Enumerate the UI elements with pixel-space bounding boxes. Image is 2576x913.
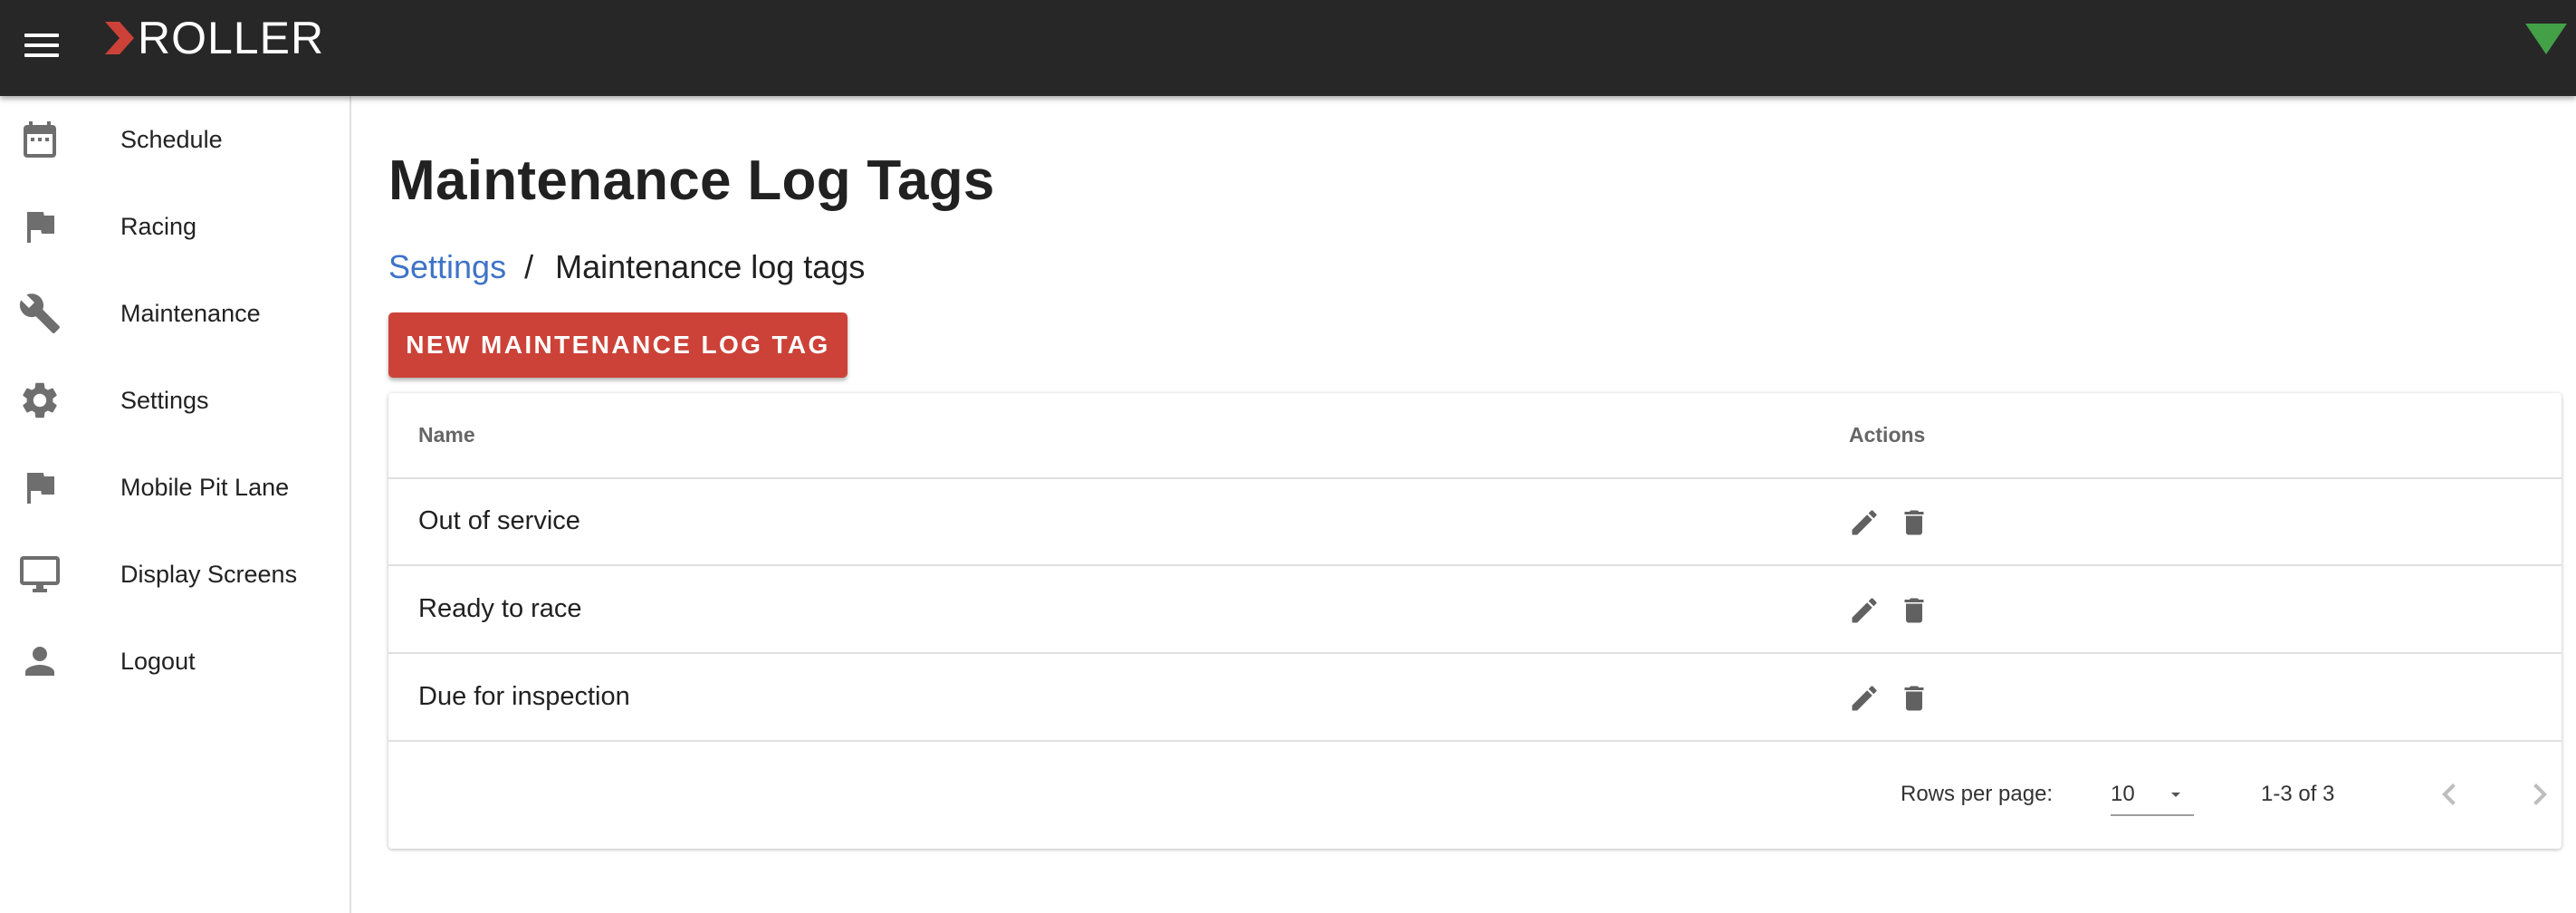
sidebar-item-racing[interactable]: Racing: [0, 183, 350, 270]
tag-name-cell: Out of service: [418, 506, 580, 535]
pencil-icon[interactable]: [1848, 682, 1881, 715]
next-page-icon[interactable]: [2518, 773, 2562, 816]
sidebar-item-label: Settings: [120, 386, 209, 414]
sidebar-item-schedule[interactable]: Schedule: [0, 96, 350, 183]
sidebar-item-settings[interactable]: Settings: [0, 357, 350, 444]
caret-down-icon: [2165, 783, 2187, 805]
pagination-range: 1-3 of 3: [2261, 782, 2335, 806]
page-title: Maintenance Log Tags: [388, 149, 995, 212]
sidebar-item-logout[interactable]: Logout: [0, 618, 350, 705]
sidebar-item-label: Logout: [120, 647, 196, 675]
tag-name-cell: Ready to race: [418, 594, 582, 623]
breadcrumb-settings-link[interactable]: Settings: [388, 248, 506, 286]
table-header: Name Actions: [388, 393, 2562, 479]
person-icon: [18, 639, 62, 683]
tag-name-cell: Due for inspection: [418, 682, 630, 711]
main-content: Maintenance Log Tags Settings / Maintena…: [351, 96, 2576, 913]
chevron-logo-icon: [105, 22, 134, 54]
previous-page-icon[interactable]: [2428, 773, 2471, 816]
wifi-signal-icon: [2523, 20, 2569, 56]
table-row: Due for inspection: [388, 655, 2562, 742]
sidebar-item-display-screens[interactable]: Display Screens: [0, 531, 350, 618]
sidebar-item-mobile-pit-lane[interactable]: Mobile Pit Lane: [0, 444, 350, 531]
pencil-icon[interactable]: [1848, 594, 1881, 627]
wrench-icon: [18, 292, 62, 335]
column-header-actions: Actions: [1849, 423, 1926, 447]
pencil-icon[interactable]: [1848, 506, 1881, 539]
brand-name: ROLLER: [138, 13, 325, 63]
flag-icon: [18, 205, 62, 248]
hamburger-menu-icon[interactable]: [16, 20, 67, 71]
breadcrumb-current: Maintenance log tags: [555, 248, 866, 285]
sidebar-item-label: Maintenance: [120, 299, 261, 327]
table-pagination: Rows per page: 10 1-3 of 3: [388, 742, 2562, 849]
sidebar-item-label: Schedule: [120, 125, 223, 153]
app-bar: ROLLER: [0, 0, 2576, 96]
breadcrumb: Settings / Maintenance log tags: [388, 248, 865, 286]
trash-icon[interactable]: [1898, 594, 1930, 627]
monitor-icon: [18, 553, 62, 596]
trash-icon[interactable]: [1898, 682, 1930, 715]
column-header-name[interactable]: Name: [418, 423, 475, 447]
sidebar-item-maintenance[interactable]: Maintenance: [0, 270, 350, 357]
rows-per-page-select[interactable]: 10: [2111, 774, 2194, 816]
sidebar-item-label: Mobile Pit Lane: [120, 473, 290, 501]
tags-table: Name Actions Out of service Ready to rac…: [388, 393, 2562, 849]
table-row: Ready to race: [388, 567, 2562, 654]
rows-per-page-value: 10: [2111, 782, 2135, 806]
flag-icon: [18, 466, 62, 509]
new-maintenance-log-tag-button[interactable]: NEW MAINTENANCE LOG TAG: [388, 312, 847, 378]
calendar-icon: [18, 118, 62, 161]
breadcrumb-separator: /: [524, 248, 534, 285]
sidebar: Schedule Racing Maintenance Settings Mob…: [0, 96, 351, 913]
gear-icon: [18, 379, 62, 422]
table-row: Out of service: [388, 479, 2562, 566]
roller-logo: ROLLER: [103, 14, 324, 62]
sidebar-item-label: Display Screens: [120, 560, 298, 588]
rows-per-page-label: Rows per page:: [1901, 782, 2054, 806]
trash-icon[interactable]: [1898, 506, 1930, 539]
sidebar-item-label: Racing: [120, 212, 197, 240]
